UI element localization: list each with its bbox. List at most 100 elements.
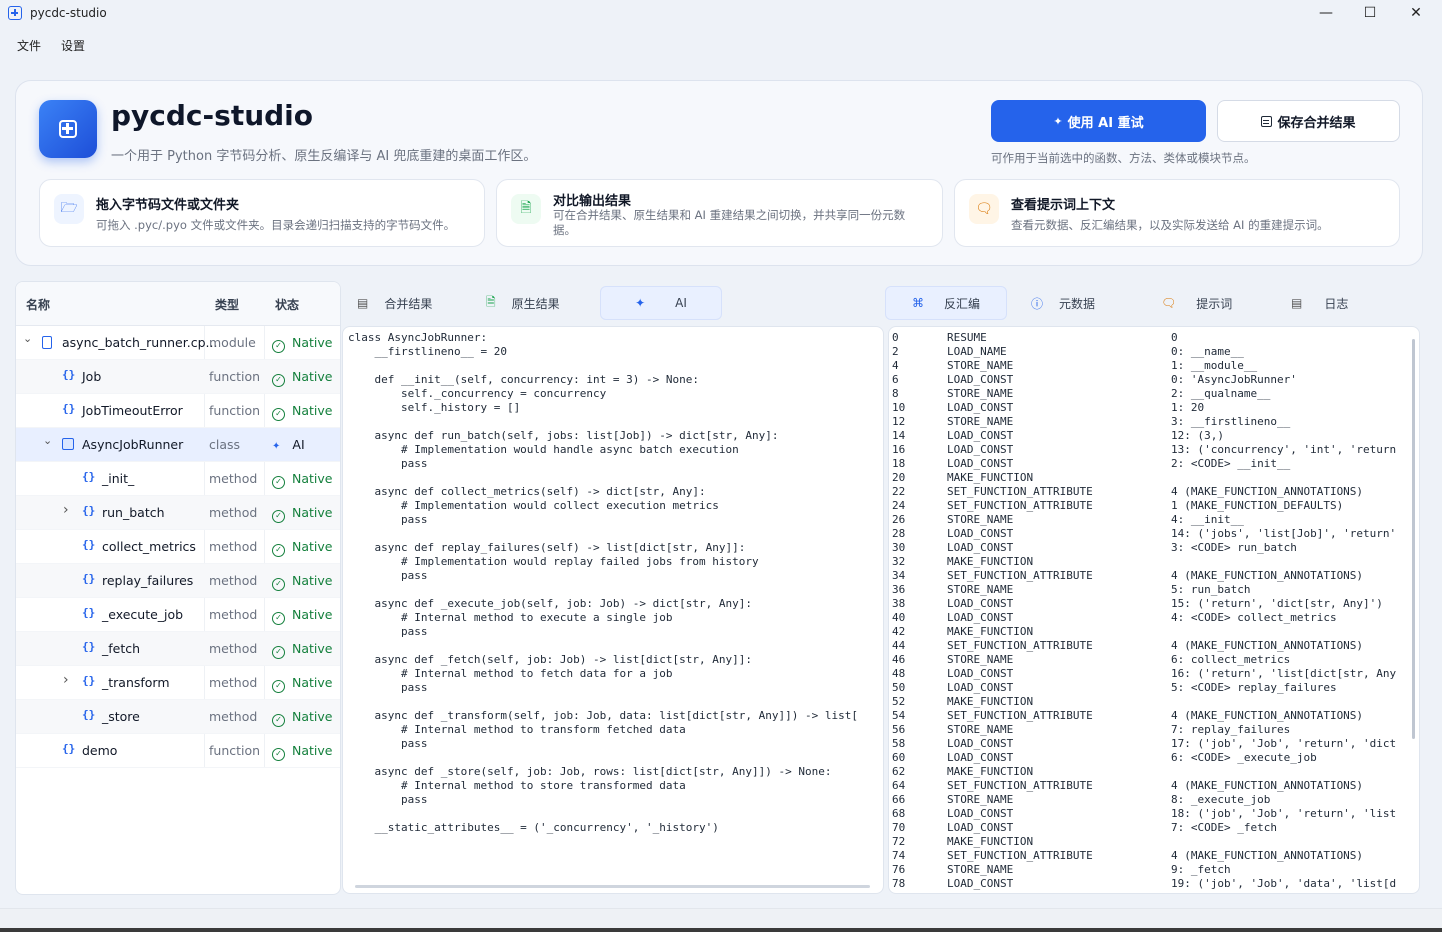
status-badge: ✓ Native xyxy=(272,335,332,353)
tree-row[interactable]: › {} _transform method ✓ Native xyxy=(16,666,340,700)
disassembly-view[interactable]: 0 2 4 6 8 10 12 14 16 18 20 22 24 26 28 … xyxy=(888,326,1420,894)
status-badge: ✓ Native xyxy=(272,403,332,421)
chevron-down-icon[interactable]: ⌄ xyxy=(23,332,32,345)
retry-ai-button[interactable]: ✦ 使用 AI 重试 xyxy=(991,100,1206,142)
check-circle-icon: ✓ xyxy=(272,510,285,523)
status-label: Native xyxy=(292,641,333,656)
tab-metadata[interactable]: ⓘ 元数据 xyxy=(1031,286,1141,320)
tree-item-type: method xyxy=(209,675,258,690)
tree-row[interactable]: ⌄ async_batch_runner.cp... module ✓ Native xyxy=(16,326,340,360)
tree-row[interactable]: {} _store method ✓ Native xyxy=(16,700,340,734)
status-bar xyxy=(0,908,1442,928)
tree-row[interactable]: {} replay_failures method ✓ Native xyxy=(16,564,340,598)
tree-item-name: _execute_job xyxy=(102,607,184,622)
tab-log[interactable]: ▤ 日志 xyxy=(1291,286,1401,320)
tree-item-name: _init_ xyxy=(102,471,135,486)
tree-item-type: method xyxy=(209,539,258,554)
braces-icon: {} xyxy=(82,470,96,483)
disasm-offsets: 0 2 4 6 8 10 12 14 16 18 20 22 24 26 28 … xyxy=(892,331,906,890)
inspect-tabs: ⌘ 反汇编 ⓘ 元数据 🗨 提示词 ▤ 日志 xyxy=(885,286,1422,320)
horizontal-scrollbar[interactable] xyxy=(355,885,870,888)
check-circle-icon: ✓ xyxy=(272,340,285,353)
card-prompt-context[interactable]: 🗨 查看提示词上下文 查看元数据、反汇编结果，以及实际发送给 AI 的重建提示词… xyxy=(954,179,1400,247)
card-desc: 可在合并结果、原生结果和 AI 重建结果之间切换，并共享同一份元数据。 xyxy=(553,208,906,237)
sparkle-icon: ✦ xyxy=(272,441,281,452)
tree-item-type: method xyxy=(209,607,258,622)
card-desc: 可拖入 .pyc/.pyo 文件或文件夹。目录会递归扫描支持的字节码文件。 xyxy=(96,218,456,232)
status-label: Native xyxy=(292,369,333,384)
chevron-right-icon[interactable]: › xyxy=(63,502,69,518)
menu-file[interactable]: 文件 xyxy=(17,37,41,54)
tab-ai[interactable]: ✦ AI xyxy=(600,286,722,320)
app-icon xyxy=(8,6,22,20)
tree-item-name: replay_failures xyxy=(102,573,194,588)
tab-native[interactable]: 🗎 原生结果 xyxy=(486,286,596,320)
check-circle-icon: ✓ xyxy=(272,544,285,557)
file-icon xyxy=(42,336,52,352)
tree-row[interactable]: ⌄ AsyncJobRunner class ✦ AI xyxy=(16,428,340,462)
tree-row[interactable]: › {} run_batch method ✓ Native xyxy=(16,496,340,530)
braces-icon: {} xyxy=(62,402,76,415)
status-badge: ✓ Native xyxy=(272,743,332,761)
class-icon xyxy=(62,438,74,453)
ai-code-view[interactable]: class AsyncJobRunner: __firstlineno__ = … xyxy=(342,326,884,894)
braces-icon: {} xyxy=(82,538,96,551)
maximize-button[interactable]: ☐ xyxy=(1347,0,1393,26)
tree-item-type: module xyxy=(209,335,256,350)
tab-prompt[interactable]: 🗨 提示词 xyxy=(1161,286,1271,320)
tree-item-name: collect_metrics xyxy=(102,539,196,554)
braces-icon: {} xyxy=(82,504,96,517)
status-badge: ✓ Native xyxy=(272,573,332,591)
tree-row[interactable]: {} JobTimeoutError function ✓ Native xyxy=(16,394,340,428)
card-compare-output[interactable]: 🗎 对比输出结果 可在合并结果、原生结果和 AI 重建结果之间切换，并共享同一份… xyxy=(496,179,943,247)
tree-row[interactable]: {} _execute_job method ✓ Native xyxy=(16,598,340,632)
braces-icon: {} xyxy=(62,742,76,755)
tab-merged[interactable]: ▤ 合并结果 xyxy=(357,286,467,320)
chevron-down-icon[interactable]: ⌄ xyxy=(43,434,52,447)
col-name-header[interactable]: 名称 xyxy=(26,296,50,313)
braces-icon: {} xyxy=(82,606,96,619)
minimize-button[interactable]: — xyxy=(1303,0,1349,26)
folder-open-icon: 🗁 xyxy=(54,194,84,224)
info-icon: ⓘ xyxy=(1031,296,1044,311)
window-title: pycdc-studio xyxy=(30,6,107,20)
card-title: 拖入字节码文件或文件夹 xyxy=(96,198,240,213)
save-merged-button[interactable]: 保存合并结果 xyxy=(1217,100,1400,142)
tree-item-type: method xyxy=(209,471,258,486)
status-label: Native xyxy=(292,675,333,690)
tab-disassembly[interactable]: ⌘ 反汇编 xyxy=(885,286,1007,320)
tab-label: 合并结果 xyxy=(384,296,433,311)
disasm-icon: ⌘ xyxy=(911,296,924,310)
file-compare-icon: 🗎 xyxy=(511,194,541,224)
tree-item-name: Job xyxy=(82,369,102,384)
status-badge: ✓ Native xyxy=(272,641,332,659)
status-label: Native xyxy=(292,607,333,622)
vertical-scrollbar[interactable] xyxy=(1412,339,1415,739)
tree-row[interactable]: {} _init_ method ✓ Native xyxy=(16,462,340,496)
tree-row[interactable]: {} collect_metrics method ✓ Native xyxy=(16,530,340,564)
ai-code-text[interactable]: class AsyncJobRunner: __firstlineno__ = … xyxy=(348,331,858,835)
menu-settings[interactable]: 设置 xyxy=(61,37,85,54)
log-icon: ▤ xyxy=(1291,296,1303,310)
tree-row[interactable]: {} demo function ✓ Native xyxy=(16,734,340,768)
tree-item-name: _fetch xyxy=(102,641,141,656)
chat-icon: 🗨 xyxy=(1161,296,1177,310)
chevron-right-icon[interactable]: › xyxy=(63,672,69,688)
status-label: Native xyxy=(292,743,333,758)
card-drop-files[interactable]: 🗁 拖入字节码文件或文件夹 可拖入 .pyc/.pyo 文件或文件夹。目录会递归… xyxy=(39,179,485,247)
merge-doc-icon: ▤ xyxy=(357,296,369,310)
tab-label: 原生结果 xyxy=(511,296,560,311)
tree-row[interactable]: {} _fetch method ✓ Native xyxy=(16,632,340,666)
tree-row[interactable]: {} Job function ✓ Native xyxy=(16,360,340,394)
check-circle-icon: ✓ xyxy=(272,714,285,727)
tab-label: 元数据 xyxy=(1059,296,1096,311)
check-circle-icon: ✓ xyxy=(272,374,285,387)
tree-item-name: AsyncJobRunner xyxy=(82,437,184,452)
braces-icon: {} xyxy=(62,368,76,381)
close-button[interactable]: ✕ xyxy=(1393,0,1439,26)
check-circle-icon: ✓ xyxy=(272,408,285,421)
col-type-header[interactable]: 类型 xyxy=(215,296,239,313)
status-label: Native xyxy=(292,335,333,350)
col-status-header[interactable]: 状态 xyxy=(275,296,299,313)
status-label: Native xyxy=(292,709,333,724)
